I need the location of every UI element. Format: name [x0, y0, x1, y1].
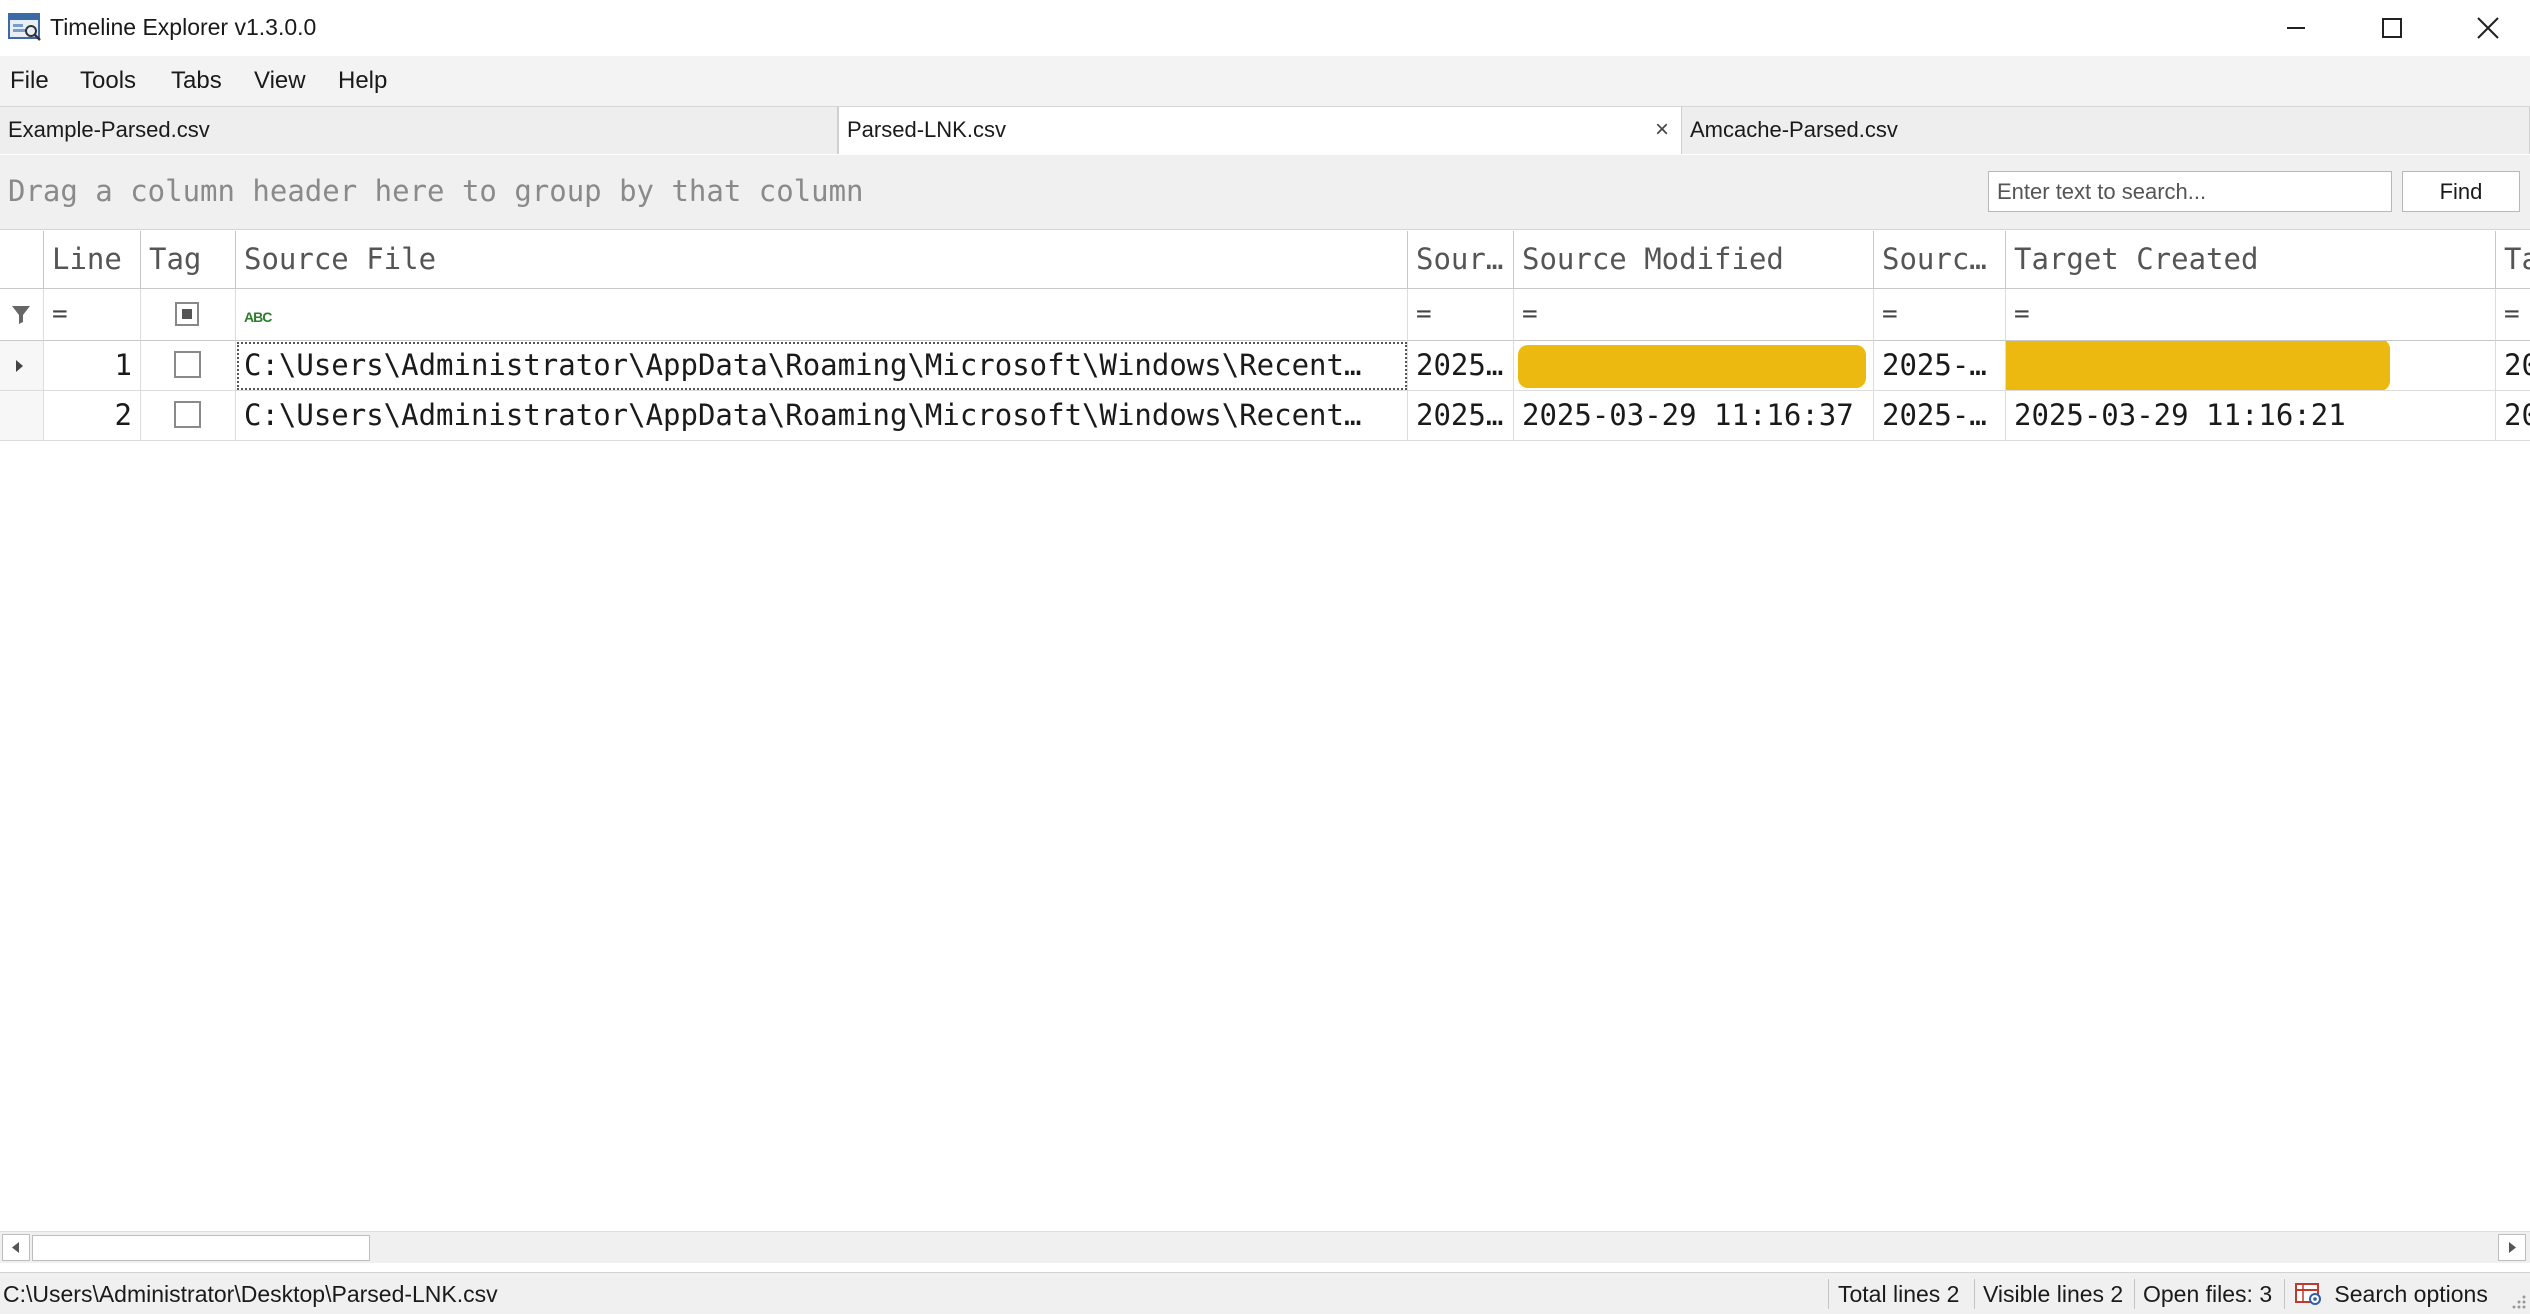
status-total-lines: Total lines 2: [1838, 1281, 1960, 1307]
row-indicator[interactable]: [0, 341, 44, 391]
data-grid: Line Tag Source File Sour… Source Modifi…: [0, 231, 2530, 1231]
filter-checkbox-icon: [175, 302, 199, 326]
cell-line[interactable]: 2: [44, 391, 141, 441]
tab-example-parsed[interactable]: Example-Parsed.csv: [0, 107, 838, 154]
horizontal-scrollbar[interactable]: [0, 1231, 2530, 1263]
status-separator: [1974, 1279, 1975, 1309]
maximize-button[interactable]: [2344, 0, 2440, 56]
tab-amcache-parsed[interactable]: Amcache-Parsed.csv: [1682, 107, 2530, 154]
row-indicator-header: [0, 231, 44, 289]
tab-close-icon[interactable]: ×: [1655, 107, 1669, 153]
cell-target-created[interactable]: [2006, 341, 2496, 391]
close-icon: [2477, 17, 2499, 39]
cell-source-created[interactable]: 2025…: [1408, 341, 1514, 391]
status-open-files: Open files: 3: [2143, 1281, 2273, 1307]
cell-source-file[interactable]: C:\Users\Administrator\AppData\Roaming\M…: [236, 391, 1408, 441]
column-header-source-accessed[interactable]: Sourc…: [1874, 231, 2006, 289]
text-filter-icon: ABC: [244, 309, 272, 325]
cell-line[interactable]: 1: [44, 341, 141, 391]
cell-target-next[interactable]: 20: [2496, 341, 2530, 391]
highlight-marker: [2006, 341, 2390, 390]
search-input[interactable]: [1988, 171, 2392, 212]
column-header-source-modified[interactable]: Source Modified: [1514, 231, 1874, 289]
scroll-right-button[interactable]: [2498, 1234, 2526, 1261]
cell-source-file[interactable]: C:\Users\Administrator\AppData\Roaming\M…: [236, 341, 1408, 391]
arrow-left-icon: [12, 1242, 19, 1253]
highlight-marker: [1518, 345, 1866, 388]
app-icon: [8, 12, 42, 42]
group-by-hint: Drag a column header here to group by th…: [8, 174, 864, 208]
cell-source-created[interactable]: 2025…: [1408, 391, 1514, 441]
search-options-label: Search options: [2334, 1281, 2488, 1307]
minimize-icon: [2287, 27, 2305, 29]
filter-source-file[interactable]: ABC: [236, 289, 1408, 341]
status-separator: [2284, 1279, 2285, 1309]
current-row-arrow-icon: [16, 360, 23, 372]
menu-bar: File Tools Tabs View Help: [0, 56, 2530, 106]
filter-tag[interactable]: [141, 289, 236, 341]
close-window-button[interactable]: [2440, 0, 2530, 56]
resize-grip-icon[interactable]: [2508, 1289, 2528, 1311]
title-bar: Timeline Explorer v1.3.0.0: [0, 0, 2530, 56]
filter-source-created[interactable]: =: [1408, 289, 1514, 341]
menu-help[interactable]: Help: [338, 56, 387, 106]
menu-view[interactable]: View: [254, 56, 306, 106]
filter-target-next[interactable]: =: [2496, 289, 2530, 341]
column-header-tag[interactable]: Tag: [141, 231, 236, 289]
filter-row-indicator: [0, 289, 44, 341]
search-options-button[interactable]: Search options: [2294, 1273, 2488, 1315]
tab-parsed-lnk[interactable]: Parsed-LNK.csv ×: [838, 107, 1682, 154]
column-header-line[interactable]: Line: [44, 231, 141, 289]
status-visible-lines: Visible lines 2: [1983, 1281, 2124, 1307]
tab-label: Amcache-Parsed.csv: [1690, 117, 1898, 142]
cell-target-next[interactable]: 20: [2496, 391, 2530, 441]
cell-tag[interactable]: [141, 341, 236, 391]
menu-tools[interactable]: Tools: [80, 56, 136, 106]
arrow-right-icon: [2509, 1242, 2516, 1253]
column-header-target-created[interactable]: Target Created: [2006, 231, 2496, 289]
column-header-target-next[interactable]: Ta: [2496, 231, 2530, 289]
cell-source-accessed[interactable]: 2025-…: [1874, 391, 2006, 441]
menu-file[interactable]: File: [10, 56, 49, 106]
tag-checkbox[interactable]: [174, 351, 201, 378]
filter-icon: [12, 306, 30, 324]
filter-source-modified[interactable]: =: [1514, 289, 1874, 341]
find-button[interactable]: Find: [2402, 171, 2520, 212]
tab-label: Example-Parsed.csv: [8, 117, 210, 142]
search-options-icon: [2295, 1283, 2321, 1305]
column-header-source-file[interactable]: Source File: [236, 231, 1408, 289]
filter-source-accessed[interactable]: =: [1874, 289, 2006, 341]
cell-source-modified[interactable]: 2025-03-29 11:16:37: [1514, 391, 1874, 441]
status-separator: [1828, 1279, 1829, 1309]
cell-source-accessed[interactable]: 2025-…: [1874, 341, 2006, 391]
maximize-icon: [2382, 18, 2402, 38]
row-indicator[interactable]: [0, 391, 44, 441]
filter-line[interactable]: =: [44, 289, 141, 341]
tag-checkbox[interactable]: [174, 401, 201, 428]
status-bar: C:\Users\Administrator\Desktop\Parsed-LN…: [0, 1272, 2530, 1314]
window-title: Timeline Explorer v1.3.0.0: [50, 14, 317, 40]
menu-tabs[interactable]: Tabs: [171, 56, 222, 106]
minimize-button[interactable]: [2248, 0, 2344, 56]
filter-target-created[interactable]: =: [2006, 289, 2496, 341]
table-row[interactable]: 2 C:\Users\Administrator\AppData\Roaming…: [0, 391, 2530, 441]
tab-strip: Example-Parsed.csv Parsed-LNK.csv × Amca…: [0, 106, 2530, 154]
cell-source-modified[interactable]: [1514, 341, 1874, 391]
table-row[interactable]: 1 C:\Users\Administrator\AppData\Roaming…: [0, 341, 2530, 391]
group-by-panel[interactable]: Drag a column header here to group by th…: [0, 155, 2530, 230]
cell-target-created[interactable]: 2025-03-29 11:16:21: [2006, 391, 2496, 441]
status-separator: [2134, 1279, 2135, 1309]
status-file-path: C:\Users\Administrator\Desktop\Parsed-LN…: [3, 1281, 498, 1307]
column-header-source-created[interactable]: Sour…: [1408, 231, 1514, 289]
tab-label: Parsed-LNK.csv: [847, 117, 1006, 142]
scrollbar-thumb[interactable]: [32, 1235, 370, 1261]
cell-tag[interactable]: [141, 391, 236, 441]
scroll-left-button[interactable]: [2, 1234, 30, 1261]
